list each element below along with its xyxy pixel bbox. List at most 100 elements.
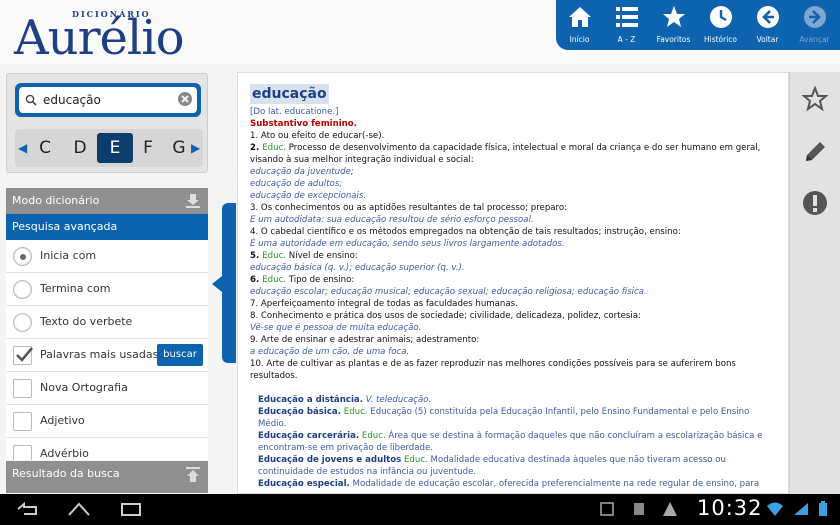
nav-home-label: Início	[569, 35, 590, 44]
example: Vê-se que é pessoa de muita educação.	[250, 323, 422, 333]
clock-icon	[709, 6, 732, 28]
top-navigation: Início A - Z Favoritos Histórico Voltar …	[556, 0, 840, 50]
option-nova-ortografia[interactable]: Nova Ortografia	[6, 372, 208, 405]
radio[interactable]	[13, 313, 32, 332]
battery-icon	[794, 503, 808, 515]
radio-selected[interactable]	[13, 247, 32, 266]
sense-2: 2. Educ. Processo de desenvolvimento da …	[250, 142, 776, 166]
forward-arrow-icon	[803, 6, 826, 28]
educ-label: Educ.	[262, 275, 287, 285]
search-panel: educação ◀ C D E F G ▶	[6, 73, 208, 173]
search-box: educação	[15, 83, 201, 117]
search-input[interactable]: educação	[19, 87, 197, 113]
letter-e-selected[interactable]: E	[97, 133, 133, 163]
option-inicia-com[interactable]: Inicia com	[6, 240, 208, 273]
subentry-title: Educação de jovens e adultos	[258, 455, 402, 465]
header: DICIONÁRIO Aurélio Início A - Z Favorito…	[0, 0, 840, 64]
option-texto-verbete[interactable]: Texto do verbete	[6, 306, 208, 339]
educ-label: Educ.	[262, 143, 287, 153]
letter-next-icon[interactable]: ▶	[191, 141, 200, 155]
subentry-title: Educação básica.	[258, 407, 341, 417]
recent-apps-icon[interactable]	[120, 501, 142, 517]
checkbox-checked[interactable]	[13, 346, 33, 365]
option-label: Inicia com	[40, 249, 97, 262]
letter-picker: ◀ C D E F G ▶	[15, 129, 203, 167]
pencil-icon[interactable]	[802, 139, 828, 165]
option-label: Palavras mais usadas	[40, 348, 159, 361]
back-icon[interactable]	[16, 501, 40, 517]
option-label: Nova Ortografia	[40, 381, 128, 394]
sense-7: 7. Aperfeiçoamento integral de todas as …	[250, 299, 518, 309]
advanced-search-header[interactable]: Pesquisa avançada	[6, 214, 208, 240]
sense-8: 8. Conhecimento e prática dos usos de so…	[250, 311, 641, 321]
example: E um autodidata: sua educação resultou d…	[250, 215, 534, 225]
nav-history-button[interactable]: Histórico	[697, 0, 744, 50]
advanced-search-label: Pesquisa avançada	[12, 220, 118, 233]
letter-c[interactable]: C	[29, 133, 61, 163]
sense-3: 3. Os conhecimentos ou as aptidões resul…	[250, 203, 568, 213]
alert-icon[interactable]	[802, 190, 828, 216]
example: É uma autoridade em educação, sendo seus…	[250, 239, 565, 249]
search-results-header[interactable]: Resultado da busca	[6, 461, 208, 493]
sense-number: 6.	[250, 275, 263, 285]
entry-etymology: [Do lat. educatione.]	[250, 107, 339, 117]
subentry: Educação carcerária. Educ. Área que se d…	[250, 430, 776, 454]
warning-icon[interactable]	[662, 501, 678, 517]
logo-title: Aurélio	[14, 10, 185, 66]
list-icon	[615, 7, 638, 27]
option-palavras-mais-usadas[interactable]: Palavras mais usadas buscar	[6, 339, 208, 372]
sense-5: 5. Educ. Nível de ensino:	[250, 250, 776, 262]
home-icon[interactable]	[66, 501, 92, 517]
option-adjetivo[interactable]: Adjetivo	[6, 405, 208, 438]
search-input-value: educação	[43, 93, 101, 107]
status-clock: 10:32	[697, 496, 763, 520]
option-termina-com[interactable]: Termina com	[6, 273, 208, 306]
educ-label: Educ.	[341, 407, 368, 417]
example: educação escolar; educação musical; educ…	[250, 287, 647, 297]
star-icon[interactable]	[802, 86, 828, 112]
search-button[interactable]: buscar	[157, 344, 203, 366]
option-adverbio[interactable]: Advérbio	[6, 438, 208, 460]
sense-number: 2.	[250, 143, 263, 153]
educ-label: Educ.	[262, 251, 287, 261]
example: educação de excepcionais.	[250, 191, 367, 201]
radio[interactable]	[13, 280, 32, 299]
home-icon	[568, 7, 591, 27]
sense-number: 5.	[250, 251, 263, 261]
notification-icon[interactable]	[600, 501, 614, 517]
letter-f[interactable]: F	[132, 133, 164, 163]
educ-label: Educ.	[401, 455, 428, 465]
nav-back-label: Voltar	[756, 35, 779, 44]
system-navigation-bar: 10:32	[0, 494, 840, 525]
dictionary-mode-header[interactable]: Modo dicionário	[6, 188, 208, 214]
entry-content: educação [Do lat. educatione.] Substanti…	[237, 72, 789, 494]
nav-back-button[interactable]: Voltar	[744, 0, 791, 50]
educ-label: Educ.	[359, 431, 386, 441]
checkbox[interactable]	[13, 379, 32, 398]
battery-level-icon	[819, 501, 827, 516]
example: educação básica (q. v.); educação superi…	[250, 263, 465, 273]
usb-icon[interactable]	[632, 501, 646, 517]
sense-text: Processo de desenvolvimento da capacidad…	[250, 143, 761, 165]
nav-forward-button[interactable]: Avançar	[791, 0, 838, 50]
letter-prev-icon[interactable]: ◀	[18, 141, 27, 155]
star-icon	[662, 6, 685, 27]
checkbox[interactable]	[13, 412, 32, 431]
clear-icon[interactable]	[177, 91, 193, 107]
letter-d[interactable]: D	[64, 133, 96, 163]
sense-10: 10. Arte de cultivar as plantas e de as …	[250, 359, 736, 381]
subentry: Educação a distância. V. teleducação.	[250, 394, 776, 406]
entry-headword: educação	[250, 84, 329, 104]
left-panel: educação ◀ C D E F G ▶ Modo dicionário P…	[6, 73, 208, 493]
subentry-text[interactable]: V. teleducação.	[363, 395, 432, 405]
wifi-icon	[767, 502, 783, 516]
checkbox[interactable]	[13, 445, 32, 460]
nav-favorites-button[interactable]: Favoritos	[650, 0, 697, 50]
search-icon	[25, 94, 37, 106]
nav-home-button[interactable]: Início	[556, 0, 603, 50]
option-label: Texto do verbete	[40, 315, 133, 328]
option-label: Advérbio	[40, 447, 89, 460]
nav-az-button[interactable]: A - Z	[603, 0, 650, 50]
nav-az-label: A - Z	[617, 35, 636, 44]
